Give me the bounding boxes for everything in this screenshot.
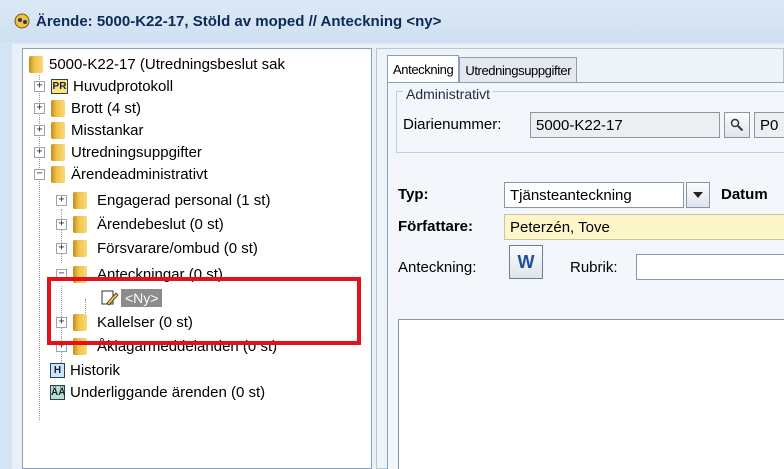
tree-item-label: Brott (4 st) [71,99,142,117]
tab-anteckning[interactable]: Anteckning [387,55,460,83]
tree-item-misstankar[interactable]: + Misstankar [34,119,144,141]
search-icon [730,118,744,132]
tree-item-label: Försvarare/ombud (0 st) [97,239,258,257]
typ-select[interactable]: Tjänsteanteckning [504,182,684,208]
search-button[interactable] [724,112,750,138]
tree-item-label: Huvudprotokoll [73,77,174,95]
datum-label: Datum [721,186,768,203]
tab-bar: Anteckning Utredningsuppgifter [387,55,578,83]
folder-icon [73,191,87,209]
typ-dropdown-button[interactable] [686,182,710,208]
expand-icon[interactable]: + [56,218,67,230]
app-icon [14,13,30,29]
note-text-area[interactable] [398,319,784,469]
rubrik-field[interactable] [636,254,784,280]
tab-content: Administrativt Diarienummer: 5000-K22-17… [387,82,784,469]
highlight-box [47,277,361,345]
diarienummer-label: Diarienummer: [403,116,502,133]
tree-item-historik[interactable]: H Historik [50,359,120,381]
expand-icon[interactable]: + [34,146,45,158]
case-tree[interactable]: 5000-K22-17 (Utredningsbeslut sak + PR H… [22,48,372,469]
tree-item-label: Underliggande ärenden (0 st) [70,383,266,401]
tab-utredningsuppgifter[interactable]: Utredningsuppgifter [459,57,578,83]
anteckning-label: Anteckning: [398,259,477,276]
tree-item-arendeadministrativt[interactable]: − Ärendeadministrativt [34,163,208,185]
tree-item-label: Ärendeadministrativt [71,165,208,183]
detail-panel: Anteckning Utredningsuppgifter Administr… [376,48,784,469]
window-title: Ärende: 5000-K22-17, Stöld av moped // A… [36,12,442,30]
rubrik-label: Rubrik: [570,259,618,276]
window-title-bar: Ärende: 5000-K22-17, Stöld av moped // A… [0,0,784,42]
word-button[interactable]: W [509,245,543,279]
admin-group: Administrativt Diarienummer: 5000-K22-17… [396,86,784,153]
expand-icon[interactable]: + [34,124,45,136]
expand-icon[interactable]: + [34,80,45,92]
folder-icon [73,239,87,257]
tree-item-utredningsuppgifter[interactable]: + Utredningsuppgifter [34,141,202,163]
forfattare-label: Författare: [398,218,474,235]
tree-item-label: Ärendebeslut (0 st) [97,215,224,233]
chevron-down-icon [693,192,703,198]
folder-icon [51,165,65,183]
tree-item-arendebeslut[interactable]: + Ärendebeslut (0 st) [56,213,224,235]
tree-root-label: 5000-K22-17 (Utredningsbeslut sak [49,55,285,73]
expand-icon[interactable]: + [56,242,67,254]
folder-icon [51,99,65,117]
collapse-icon[interactable]: − [34,168,45,180]
typ-label: Typ: [398,186,429,203]
folder-icon [73,215,87,233]
protocol-icon: PR [51,78,68,94]
tree-item-label: Engagerad personal (1 st) [97,191,271,209]
main-area: 5000-K22-17 (Utredningsbeslut sak + PR H… [12,44,784,469]
folder-icon [51,121,65,139]
tree-item-huvudprotokoll[interactable]: + PR Huvudprotokoll [34,75,173,97]
tree-item-label: Utredningsuppgifter [71,143,202,161]
tree-item-underliggande[interactable]: ÄÄ Underliggande ärenden (0 st) [50,381,265,403]
word-icon: W [517,251,535,272]
diarienummer-field[interactable]: 5000-K22-17 [530,112,720,138]
tree-item-label: Historik [70,361,121,379]
sub-cases-icon: ÄÄ [50,384,66,400]
folder-icon [51,143,65,161]
diarienummer-extra-field[interactable]: P0 [754,112,784,138]
tree-root[interactable]: 5000-K22-17 (Utredningsbeslut sak [29,53,285,75]
expand-icon[interactable]: + [56,194,67,206]
history-icon: H [50,362,65,378]
tree-item-forsvarare[interactable]: + Försvarare/ombud (0 st) [56,237,258,259]
tree-item-label: Misstankar [71,121,144,139]
forfattare-field[interactable]: Peterzén, Tove [504,214,784,240]
tree-item-brott[interactable]: + Brott (4 st) [34,97,141,119]
admin-legend: Administrativt [403,86,494,102]
tree-item-engagerad-personal[interactable]: + Engagerad personal (1 st) [56,189,270,211]
folder-icon [29,55,43,73]
expand-icon[interactable]: + [34,102,45,114]
